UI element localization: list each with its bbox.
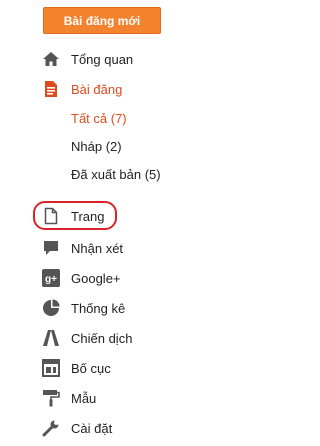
pie-chart-icon xyxy=(41,298,61,318)
nav-item-label: Bài đăng xyxy=(71,81,123,97)
paint-roller-icon xyxy=(41,388,61,408)
home-icon xyxy=(41,49,61,69)
nav-item-campaigns[interactable]: Chiến dịch xyxy=(41,326,132,350)
campaign-icon xyxy=(41,328,61,348)
nav-item-google-plus[interactable]: g+ Google+ xyxy=(41,266,121,290)
comment-icon xyxy=(41,238,61,258)
nav-item-label: Chiến dịch xyxy=(71,330,133,346)
nav-item-posts[interactable]: Bài đăng xyxy=(41,77,122,101)
nav-item-label: Tổng quan xyxy=(71,51,134,67)
nav-item-label: Nhận xét xyxy=(71,240,124,256)
nav-item-layout[interactable]: Bố cục xyxy=(41,356,111,380)
new-post-button[interactable]: Bài đăng mới xyxy=(43,7,161,34)
document-icon xyxy=(41,79,61,99)
nav-item-comments[interactable]: Nhận xét xyxy=(41,236,123,260)
google-plus-icon: g+ xyxy=(41,268,61,288)
posts-sub-published[interactable]: Đã xuất bản (5) xyxy=(71,164,161,184)
nav-item-template[interactable]: Mẫu xyxy=(41,386,96,410)
nav-item-label: Bố cục xyxy=(71,360,111,376)
nav-item-label: Trang xyxy=(71,208,105,224)
nav-item-label: Mẫu xyxy=(71,390,97,406)
nav-item-pages[interactable]: Trang xyxy=(41,204,104,228)
nav-item-overview[interactable]: Tổng quan xyxy=(41,47,133,71)
nav-item-label: Thống kê xyxy=(71,300,126,316)
nav-item-label: Google+ xyxy=(71,270,121,286)
nav-item-stats[interactable]: Thống kê xyxy=(41,296,125,320)
posts-sub-all[interactable]: Tất cả (7) xyxy=(71,108,127,128)
posts-sub-drafts[interactable]: Nháp (2) xyxy=(71,136,122,156)
wrench-icon xyxy=(41,418,61,438)
nav-item-label: Cài đặt xyxy=(71,420,113,436)
layout-icon xyxy=(41,358,61,378)
nav-item-settings[interactable]: Cài đặt xyxy=(41,416,112,440)
svg-text:g+: g+ xyxy=(45,274,57,285)
page-icon xyxy=(41,206,61,226)
